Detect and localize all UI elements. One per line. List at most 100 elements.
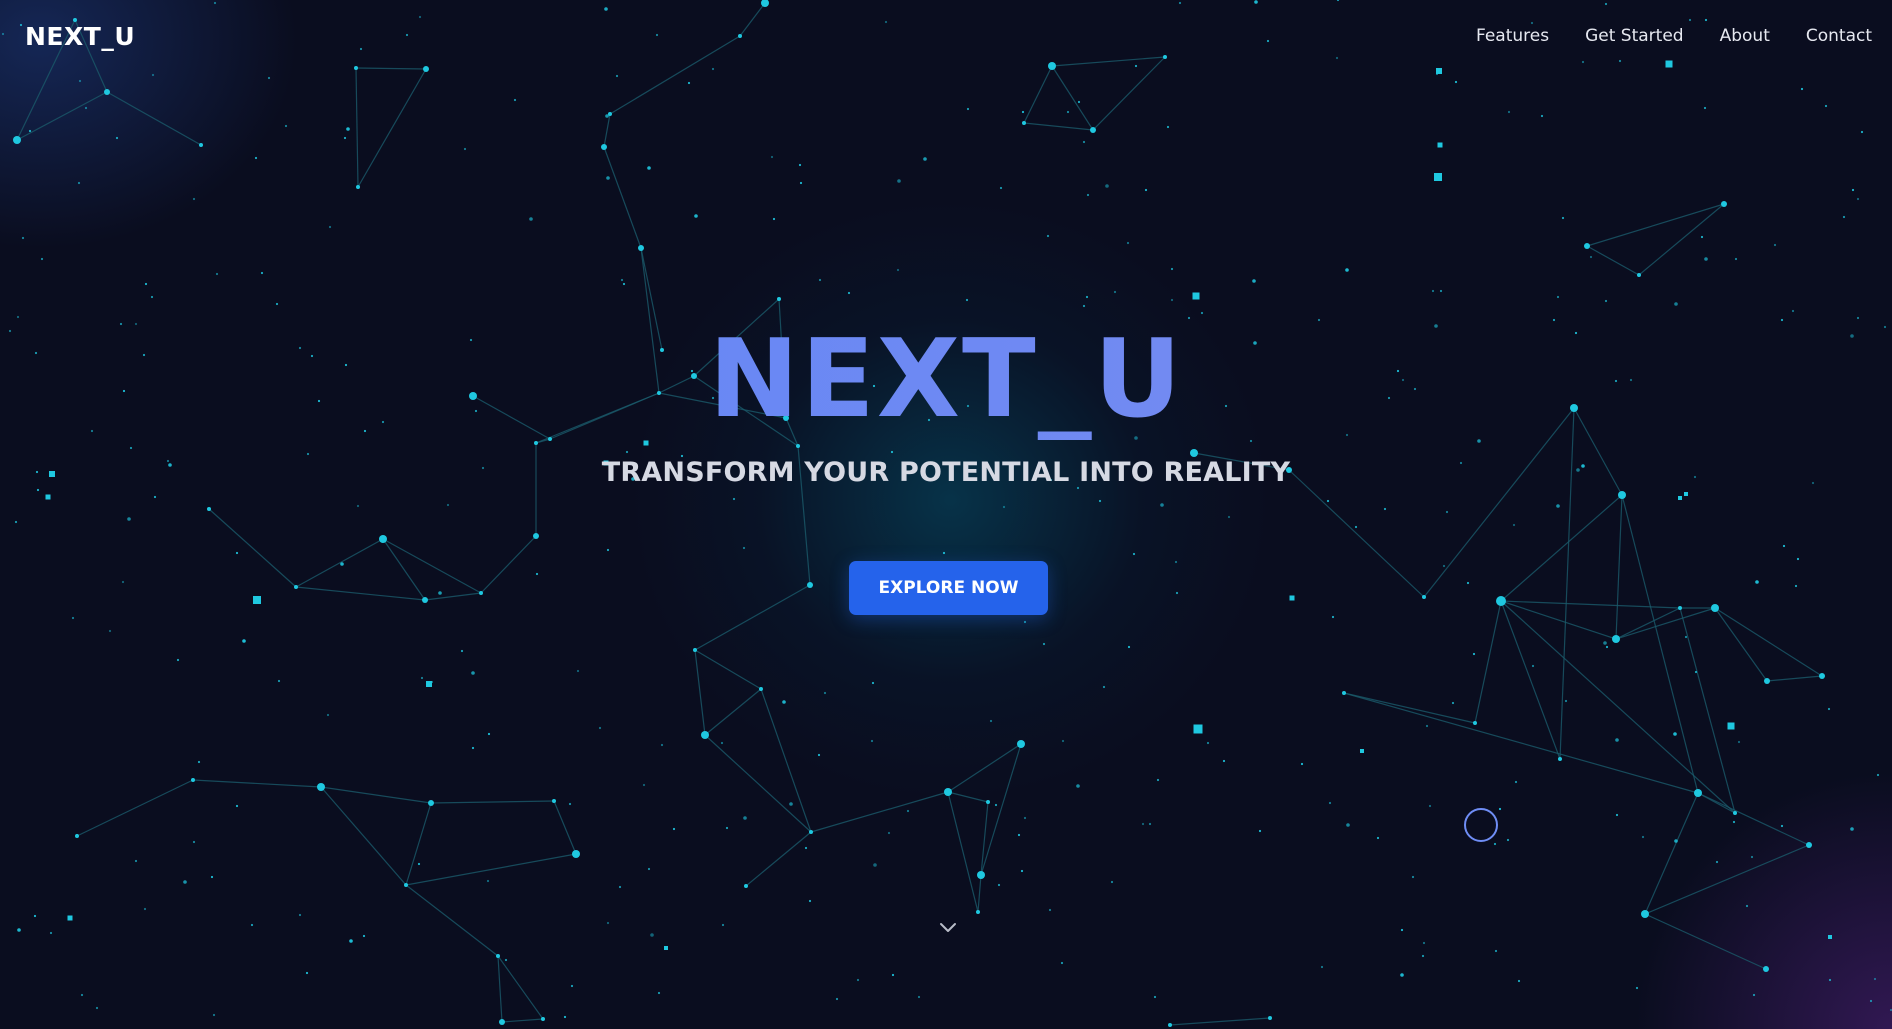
dust-particle (1153, 995, 1157, 999)
dust-particle (650, 933, 654, 937)
dust-particle (1856, 197, 1860, 201)
network-node (533, 533, 539, 539)
dust-particle (212, 1013, 216, 1017)
dust-particle (818, 278, 822, 282)
network-node (422, 597, 428, 603)
nav-link-get-started[interactable]: Get Started (1585, 26, 1683, 46)
dust-particle (618, 885, 622, 889)
dust-particle (742, 546, 746, 550)
dust-particle (1824, 104, 1828, 108)
network-link (947, 791, 979, 913)
dust-particle (305, 971, 309, 975)
dust-particle (1076, 784, 1080, 788)
dust-particle (40, 257, 44, 261)
dust-particle (108, 629, 112, 633)
dust-particle (1842, 215, 1846, 219)
network-link (106, 91, 202, 146)
dust-particle (210, 875, 214, 879)
chevron-down-icon[interactable] (938, 918, 958, 938)
square-particle (1828, 935, 1832, 939)
explore-now-button[interactable]: EXPLORE NOW (849, 561, 1048, 615)
nav-link-contact[interactable]: Contact (1806, 26, 1872, 46)
network-link (947, 743, 1022, 793)
network-link (501, 1018, 544, 1023)
dust-particle (14, 520, 18, 524)
dust-particle (598, 726, 602, 730)
network-node (13, 136, 21, 144)
dust-particle (36, 488, 40, 492)
network-link (355, 67, 359, 188)
dust-particle (1556, 504, 1560, 508)
dust-particle (151, 73, 155, 77)
square-particle (45, 494, 51, 500)
dust-particle (994, 803, 998, 807)
dust-particle (328, 225, 332, 229)
dust-particle (1737, 740, 1741, 744)
dust-particle (121, 580, 125, 584)
dust-particle (1174, 560, 1178, 564)
dust-particle (563, 1015, 567, 1019)
square-particle (1193, 724, 1203, 734)
dust-particle (1320, 965, 1324, 969)
dust-particle (804, 846, 808, 850)
dust-particle (1472, 652, 1476, 656)
nav-link-features[interactable]: Features (1476, 26, 1549, 46)
nav-link-about[interactable]: About (1720, 26, 1770, 46)
network-node (638, 245, 644, 251)
dust-particle (134, 859, 138, 863)
network-link (745, 831, 812, 887)
dust-particle (1445, 510, 1449, 514)
network-link (16, 91, 108, 141)
dust-particle (144, 282, 148, 286)
dust-particle (16, 315, 20, 319)
dust-particle (1082, 140, 1086, 144)
dust-particle (1517, 979, 1521, 983)
network-node (1733, 811, 1737, 815)
dust-particle (997, 883, 1001, 887)
dust-particle (1046, 234, 1050, 238)
network-node (294, 585, 298, 589)
network-node (1763, 966, 1769, 972)
network-node (479, 591, 483, 595)
network-link (1343, 692, 1699, 794)
dust-particle (143, 907, 147, 911)
dust-particle (1252, 279, 1256, 283)
dust-particle (1020, 869, 1024, 873)
network-node (207, 507, 211, 511)
dust-particle (1023, 816, 1027, 820)
network-node (1584, 243, 1590, 249)
dust-particle (782, 700, 786, 704)
network-node (1268, 1016, 1272, 1020)
dust-particle (999, 186, 1003, 190)
network-link (1644, 844, 1810, 915)
network-node (1819, 673, 1825, 679)
site-logo[interactable]: NEXT_U (25, 22, 135, 51)
dust-particle (1300, 762, 1304, 766)
dust-particle (890, 450, 894, 454)
network-link (1051, 65, 1094, 131)
network-node (428, 800, 434, 806)
network-node (796, 444, 800, 448)
dust-particle (1856, 316, 1860, 320)
dust-particle (1703, 106, 1707, 110)
dust-particle (965, 298, 969, 302)
network-link (76, 779, 194, 837)
dust-particle (463, 147, 467, 151)
dust-particle (605, 114, 609, 118)
dust-particle (660, 743, 664, 747)
dust-particle (1704, 257, 1708, 261)
dust-particle (1860, 130, 1864, 134)
dust-particle (176, 658, 180, 662)
dust-particle (242, 639, 246, 643)
network-link (694, 649, 706, 736)
network-link (1500, 600, 1736, 814)
dust-particle (1791, 309, 1795, 313)
dust-particle (721, 923, 725, 927)
dust-particle (1346, 823, 1350, 827)
dust-particle (1615, 813, 1619, 817)
dust-particle (568, 802, 572, 806)
dust-particle (1873, 977, 1877, 981)
network-link (320, 786, 432, 804)
navbar: NEXT_U Features Get Started About Contac… (0, 0, 1892, 74)
network-node (1764, 678, 1770, 684)
